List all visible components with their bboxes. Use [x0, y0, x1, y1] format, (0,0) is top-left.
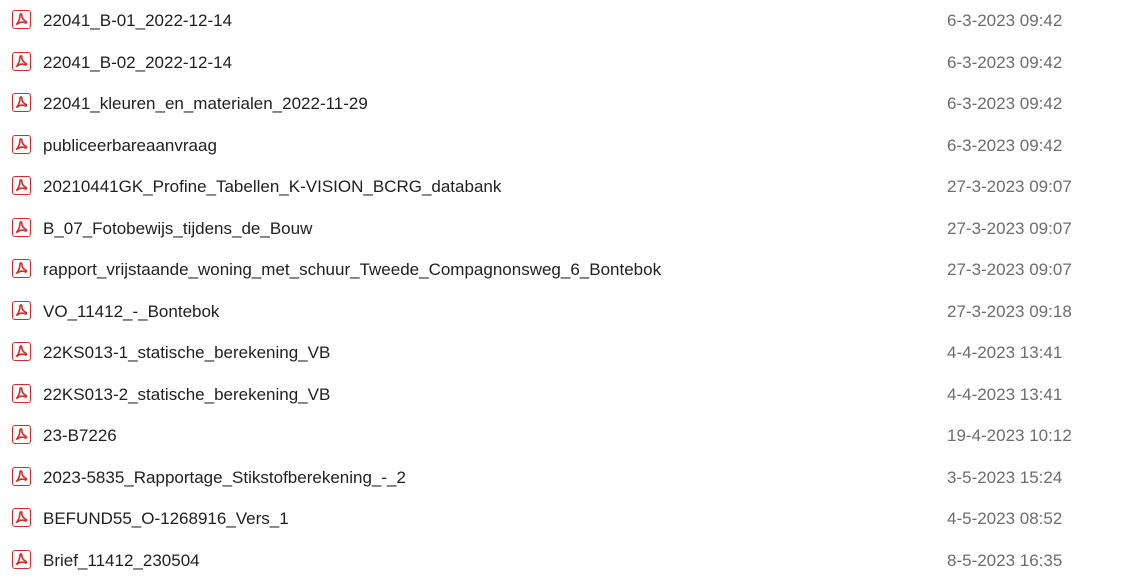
- file-date-modified: 27-3-2023 09:07: [947, 177, 1072, 196]
- pdf-file-icon: [12, 300, 31, 320]
- pdf-file-icon: [12, 134, 31, 154]
- file-date-modified: 27-3-2023 09:07: [947, 260, 1072, 279]
- file-row[interactable]: B_07_Fotobewijs_tijdens_de_Bouw 27-3-202…: [0, 211, 1134, 245]
- file-date-modified: 4-4-2023 13:41: [947, 343, 1063, 362]
- file-row[interactable]: 2023-5835_Rapportage_Stikstofberekening_…: [0, 460, 1134, 494]
- pdf-file-icon: [12, 217, 31, 237]
- file-name: rapport_vrijstaande_woning_met_schuur_Tw…: [43, 260, 662, 279]
- file-name: Brief_11412_230504: [43, 550, 200, 570]
- pdf-file-icon: [12, 51, 31, 71]
- pdf-file-icon: [12, 342, 31, 361]
- file-date-modified: 6-3-2023 09:42: [947, 135, 1063, 155]
- file-row[interactable]: 20210441GK_Profine_Tabellen_K-VISION_BCR…: [0, 169, 1134, 203]
- pdf-file-icon: [12, 466, 31, 486]
- file-name: 22KS013-2_statische_berekening_VB: [43, 384, 331, 404]
- pdf-file-icon: [12, 383, 31, 403]
- pdf-file-icon: [12, 508, 31, 527]
- file-row[interactable]: 22041_B-01_2022-12-14 6-3-2023 09:42: [0, 3, 1134, 37]
- file-date-modified: 27-3-2023 09:07: [947, 218, 1072, 238]
- file-name: B_07_Fotobewijs_tijdens_de_Bouw: [43, 218, 313, 238]
- pdf-file-icon: [12, 10, 31, 29]
- pdf-file-icon: [12, 93, 31, 112]
- file-name: 20210441GK_Profine_Tabellen_K-VISION_BCR…: [43, 177, 502, 196]
- pdf-file-icon: [12, 176, 31, 195]
- file-name: 23-B7226: [43, 426, 117, 445]
- file-row[interactable]: 22041_kleuren_en_materialen_2022-11-29 6…: [0, 86, 1134, 120]
- file-name: VO_11412_-_Bontebok: [43, 301, 220, 321]
- file-row[interactable]: publiceerbareaanvraag 6-3-2023 09:42: [0, 128, 1134, 162]
- file-date-modified: 6-3-2023 09:42: [947, 52, 1063, 72]
- file-row[interactable]: 22KS013-1_statische_berekening_VB 4-4-20…: [0, 335, 1134, 369]
- file-name: 2023-5835_Rapportage_Stikstofberekening_…: [43, 467, 406, 487]
- file-row[interactable]: rapport_vrijstaande_woning_met_schuur_Tw…: [0, 252, 1134, 286]
- file-list: 22041_B-01_2022-12-14 6-3-2023 09:42 220…: [0, 0, 1134, 581]
- file-name: BEFUND55_O-1268916_Vers_1: [43, 509, 289, 528]
- file-date-modified: 8-5-2023 16:35: [947, 550, 1063, 570]
- file-date-modified: 4-4-2023 13:41: [947, 384, 1063, 404]
- file-name: 22KS013-1_statische_berekening_VB: [43, 343, 331, 362]
- file-date-modified: 19-4-2023 10:12: [947, 426, 1072, 445]
- file-row[interactable]: VO_11412_-_Bontebok 27-3-2023 09:18: [0, 294, 1134, 328]
- file-name: 22041_B-01_2022-12-14: [43, 11, 233, 30]
- file-date-modified: 6-3-2023 09:42: [947, 94, 1063, 113]
- file-date-modified: 3-5-2023 15:24: [947, 467, 1063, 487]
- pdf-file-icon: [12, 425, 31, 444]
- pdf-file-icon: [12, 549, 31, 569]
- file-date-modified: 4-5-2023 08:52: [947, 509, 1063, 528]
- file-row[interactable]: 22041_B-02_2022-12-14 6-3-2023 09:42: [0, 45, 1134, 79]
- pdf-file-icon: [12, 259, 31, 278]
- file-name: publiceerbareaanvraag: [43, 135, 217, 155]
- file-row[interactable]: Brief_11412_230504 8-5-2023 16:35: [0, 543, 1134, 577]
- file-name: 22041_kleuren_en_materialen_2022-11-29: [43, 94, 368, 113]
- file-row[interactable]: BEFUND55_O-1268916_Vers_1 4-5-2023 08:52: [0, 501, 1134, 535]
- file-date-modified: 6-3-2023 09:42: [947, 11, 1063, 30]
- file-date-modified: 27-3-2023 09:18: [947, 301, 1072, 321]
- file-name: 22041_B-02_2022-12-14: [43, 52, 233, 72]
- file-row[interactable]: 23-B7226 19-4-2023 10:12: [0, 418, 1134, 452]
- file-row[interactable]: 22KS013-2_statische_berekening_VB 4-4-20…: [0, 377, 1134, 411]
